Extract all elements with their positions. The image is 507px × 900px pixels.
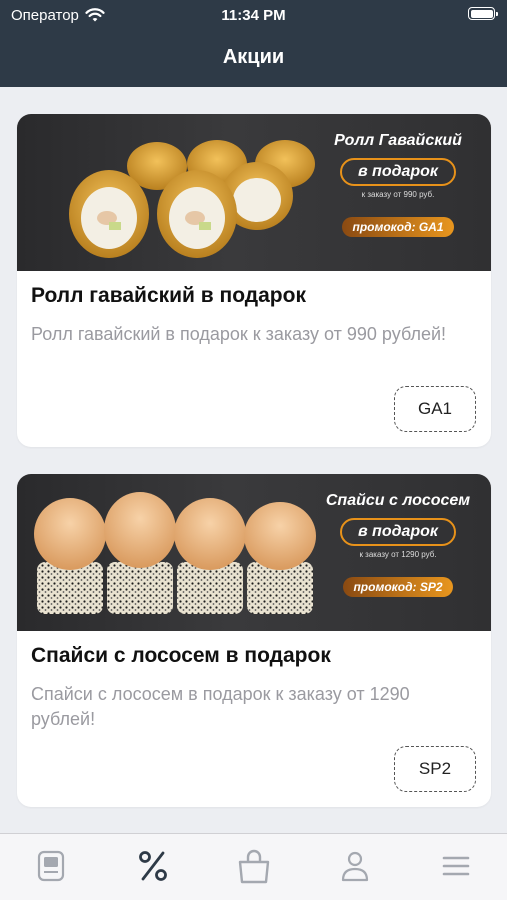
hamburger-icon [442,856,470,876]
menu-icon [37,850,65,882]
promo-banner: Спайси с лососем в подарок к заказу от 1… [17,474,491,631]
promo-card-hawaiian[interactable]: Ролл Гавайский в подарок к заказу от 990… [17,114,491,447]
status-right [468,7,498,20]
bag-icon [238,849,270,884]
banner-overlay: Спайси с лососем в подарок к заказу от 1… [313,492,483,597]
promo-banner: Ролл Гавайский в подарок к заказу от 990… [17,114,491,271]
nav-bar: Акции [0,32,507,87]
battery-icon [468,7,498,20]
promo-description: Спайси с лососем в подарок к заказу от 1… [31,684,410,729]
banner-title: Спайси с лососем [325,492,471,509]
promo-list[interactable]: Ролл Гавайский в подарок к заказу от 990… [0,87,507,833]
promo-title: Спайси с лососем в подарок [31,644,331,667]
profile-icon [341,851,369,882]
promo-code-chip[interactable]: GA1 [394,386,476,432]
roll-image [69,140,315,258]
banner-note: к заказу от 1290 руб. [359,550,437,559]
banner-note: к заказу от 990 руб. [361,190,435,199]
status-bar: Оператор 11:34 PM [0,0,507,32]
banner-gift-badge: в подарок [339,158,457,186]
promo-card-spicy-salmon[interactable]: Спайси с лососем в подарок к заказу от 1… [17,474,491,807]
percent-icon [139,851,167,881]
promo-description: Ролл гавайский в подарок к заказу от 990… [31,324,447,344]
tab-profile[interactable] [335,848,375,884]
promo-code-chip[interactable]: SP2 [394,746,476,792]
tab-more[interactable] [436,848,476,884]
promo-title: Ролл гавайский в подарок [31,284,306,307]
banner-overlay: Ролл Гавайский в подарок к заказу от 990… [313,132,483,237]
status-time: 11:34 PM [221,7,286,24]
tab-bar [0,833,507,900]
banner-promocode: промокод: GA1 [342,217,454,237]
tab-cart[interactable] [234,848,274,884]
page-title: Акции [222,46,285,68]
banner-title: Ролл Гавайский [334,132,462,149]
tab-menu[interactable] [31,848,71,884]
banner-gift-badge: в подарок [339,518,457,546]
tab-promotions[interactable] [133,848,173,884]
roll-image [34,492,316,614]
banner-promocode: промокод: SP2 [343,577,453,597]
